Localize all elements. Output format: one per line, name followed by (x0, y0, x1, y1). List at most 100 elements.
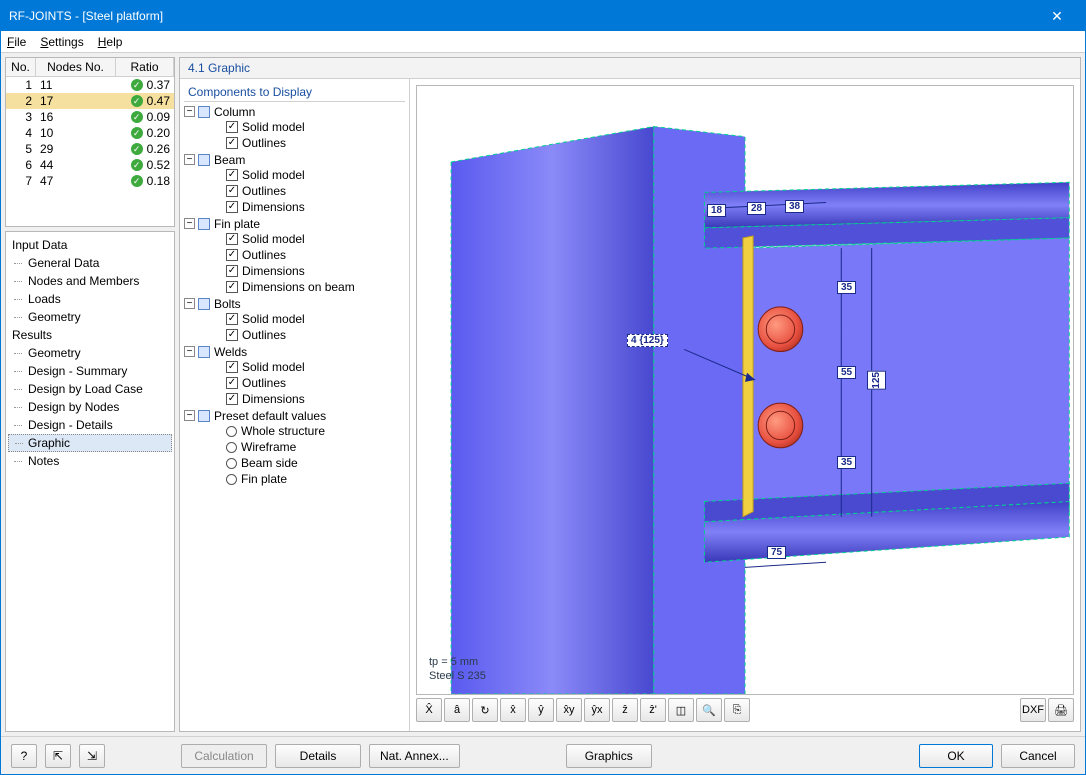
tree-leaf[interactable]: Solid model (212, 167, 405, 183)
graphics-button[interactable]: Graphics (566, 744, 652, 768)
checkbox[interactable] (226, 313, 238, 325)
table-row[interactable]: 644✓0.52 (6, 157, 174, 173)
nav-item[interactable]: Design - Summary (8, 362, 172, 380)
checkbox[interactable] (226, 185, 238, 197)
tree-leaf[interactable]: Outlines (212, 327, 405, 343)
collapse-icon[interactable]: − (184, 298, 195, 309)
cancel-button[interactable]: Cancel (1001, 744, 1075, 768)
nav-item[interactable]: Geometry (8, 344, 172, 362)
tree-leaf[interactable]: Dimensions (212, 199, 405, 215)
tree-node[interactable]: − Preset default valuesWhole structureWi… (184, 408, 405, 488)
nav-item[interactable]: Design by Nodes (8, 398, 172, 416)
tree-leaf[interactable]: Wireframe (212, 439, 405, 455)
checkbox[interactable] (226, 169, 238, 181)
toolbar-button[interactable]: ◫ (668, 698, 694, 722)
menu-settings[interactable]: Settings (40, 35, 83, 49)
toolbar-button[interactable]: X̂ (416, 698, 442, 722)
tree-node[interactable]: − ColumnSolid modelOutlines (184, 104, 405, 152)
toolbar-button[interactable]: ŷ (528, 698, 554, 722)
checkbox[interactable] (226, 249, 238, 261)
checkbox[interactable] (226, 121, 238, 133)
toolbar-button[interactable]: ⎘ (724, 698, 750, 722)
tree-leaf[interactable]: Outlines (212, 135, 405, 151)
tree-node[interactable]: − WeldsSolid modelOutlinesDimensions (184, 344, 405, 408)
graphic-viewport[interactable]: 18 28 38 35 55 35 125 75 4 {125} tp = 5 … (416, 85, 1074, 695)
toolbar-button[interactable]: DXF (1020, 698, 1046, 722)
menu-help[interactable]: Help (98, 35, 123, 49)
checkbox[interactable] (226, 393, 238, 405)
col-header-nodes[interactable]: Nodes No. (36, 58, 116, 76)
table-row[interactable]: 217✓0.47 (6, 93, 174, 109)
nav-item[interactable]: Geometry (8, 308, 172, 326)
nav-item[interactable]: Graphic (8, 434, 172, 452)
tree-leaf[interactable]: Fin plate (212, 471, 405, 487)
details-button[interactable]: Details (275, 744, 361, 768)
toolbar-button[interactable]: â (444, 698, 470, 722)
checkbox[interactable] (226, 265, 238, 277)
col-header-no[interactable]: No. (6, 58, 36, 76)
table-row[interactable]: 410✓0.20 (6, 125, 174, 141)
checkbox[interactable] (198, 346, 210, 358)
tree-node[interactable]: − Fin plateSolid modelOutlinesDimensions… (184, 216, 405, 296)
checkbox[interactable] (198, 298, 210, 310)
tree-leaf[interactable]: Outlines (212, 375, 405, 391)
ok-button[interactable]: OK (919, 744, 993, 768)
checkbox[interactable] (226, 201, 238, 213)
checkbox[interactable] (226, 377, 238, 389)
tree-leaf[interactable]: Dimensions on beam (212, 279, 405, 295)
checkbox[interactable] (226, 361, 238, 373)
collapse-icon[interactable]: − (184, 106, 195, 117)
toolbar-button[interactable]: 🖨 (1048, 698, 1074, 722)
close-icon[interactable]: ✕ (1037, 8, 1077, 25)
toolbar-button[interactable]: 🔍 (696, 698, 722, 722)
toolbar-button[interactable]: ẑ (612, 698, 638, 722)
nat-annex-button[interactable]: Nat. Annex... (369, 744, 460, 768)
table-row[interactable]: 529✓0.26 (6, 141, 174, 157)
nav-item[interactable]: Loads (8, 290, 172, 308)
collapse-icon[interactable]: − (184, 218, 195, 229)
radio[interactable] (226, 426, 237, 437)
toolbar-button[interactable]: ŷx (584, 698, 610, 722)
radio[interactable] (226, 442, 237, 453)
tree-leaf[interactable]: Whole structure (212, 423, 405, 439)
nav-item[interactable]: General Data (8, 254, 172, 272)
radio[interactable] (226, 474, 237, 485)
collapse-icon[interactable]: − (184, 154, 195, 165)
tree-leaf[interactable]: Dimensions (212, 391, 405, 407)
tree-leaf[interactable]: Dimensions (212, 263, 405, 279)
toolbar-button[interactable]: x̂y (556, 698, 582, 722)
checkbox[interactable] (198, 218, 210, 230)
toolbar-button[interactable]: ẑ' (640, 698, 666, 722)
checkbox[interactable] (198, 410, 210, 422)
menu-file[interactable]: File (7, 35, 26, 49)
import-button[interactable]: ⇲ (79, 744, 105, 768)
checkbox[interactable] (198, 106, 210, 118)
table-row[interactable]: 747✓0.18 (6, 173, 174, 189)
export-button[interactable]: ⇱ (45, 744, 71, 768)
calculation-button[interactable]: Calculation (181, 744, 267, 768)
checkbox[interactable] (226, 233, 238, 245)
toolbar-button[interactable]: ↻ (472, 698, 498, 722)
nav-item[interactable]: Design - Details (8, 416, 172, 434)
checkbox[interactable] (226, 281, 238, 293)
tree-leaf[interactable]: Outlines (212, 247, 405, 263)
tree-node[interactable]: − BoltsSolid modelOutlines (184, 296, 405, 344)
col-header-ratio[interactable]: Ratio (116, 58, 174, 76)
table-row[interactable]: 316✓0.09 (6, 109, 174, 125)
checkbox[interactable] (226, 137, 238, 149)
tree-leaf[interactable]: Solid model (212, 231, 405, 247)
nav-item[interactable]: Notes (8, 452, 172, 470)
tree-leaf[interactable]: Solid model (212, 119, 405, 135)
checkbox[interactable] (198, 154, 210, 166)
tree-leaf[interactable]: Outlines (212, 183, 405, 199)
toolbar-button[interactable]: x̂ (500, 698, 526, 722)
checkbox[interactable] (226, 329, 238, 341)
help-button[interactable]: ? (11, 744, 37, 768)
collapse-icon[interactable]: − (184, 410, 195, 421)
radio[interactable] (226, 458, 237, 469)
tree-node[interactable]: − BeamSolid modelOutlinesDimensions (184, 152, 405, 216)
nav-item[interactable]: Nodes and Members (8, 272, 172, 290)
nav-item[interactable]: Design by Load Case (8, 380, 172, 398)
tree-leaf[interactable]: Beam side (212, 455, 405, 471)
tree-leaf[interactable]: Solid model (212, 311, 405, 327)
